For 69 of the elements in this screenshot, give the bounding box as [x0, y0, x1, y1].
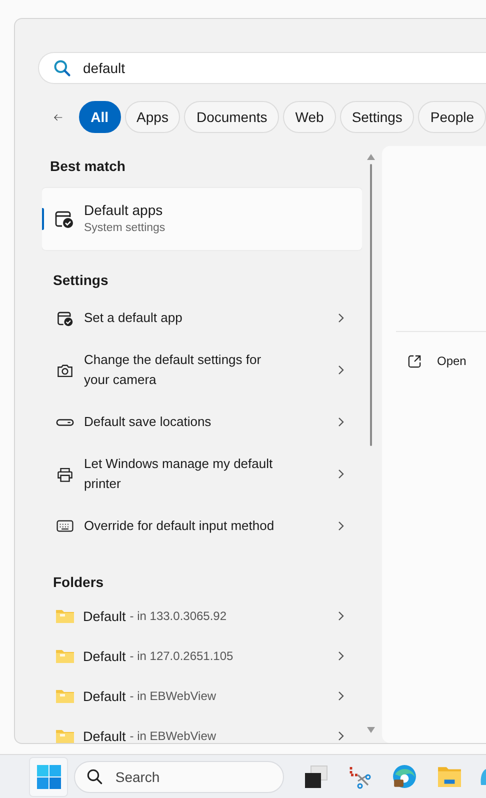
scroll-up-icon[interactable]: [367, 154, 375, 160]
chevron-right-icon[interactable]: [338, 469, 344, 479]
settings-result[interactable]: Override for default input method: [42, 500, 362, 552]
folder-name: Default: [83, 688, 126, 704]
windows-logo-icon: [36, 764, 61, 788]
folder-result[interactable]: Default - in 133.0.3065.92: [42, 596, 362, 636]
result-title: Change the default settings for your camera: [84, 351, 262, 389]
folder-location: - in EBWebView: [130, 729, 218, 743]
folder-name: Default: [83, 608, 126, 624]
section-heading: Settings: [52, 271, 110, 290]
result-title: Default apps: [84, 202, 164, 218]
search-box[interactable]: default: [38, 52, 486, 84]
folder-icon[interactable]: [437, 764, 462, 789]
result-subtitle: System settings: [84, 222, 166, 234]
drive-icon: [56, 418, 74, 426]
folder-location: - in 133.0.3065.92: [130, 609, 228, 623]
search-icon: [53, 59, 71, 77]
taskbar-search-box[interactable]: Search: [74, 760, 284, 792]
scrollbar-thumb[interactable]: [370, 164, 372, 446]
search-icon: [86, 768, 104, 785]
chevron-right-icon[interactable]: [338, 731, 344, 741]
result-title: Default save locations: [84, 413, 212, 431]
taskbar-search-input[interactable]: Search: [113, 768, 258, 786]
result-title: Override for default input method: [84, 517, 276, 535]
folder-icon: [55, 728, 75, 743]
open-external-icon: [408, 354, 421, 368]
folder-location: - in 127.0.2651.105: [130, 649, 234, 663]
folder-icon: [55, 688, 75, 704]
chevron-right-icon[interactable]: [338, 313, 344, 323]
scissors-icon[interactable]: [348, 764, 372, 788]
query-input[interactable]: default: [81, 59, 285, 77]
chevron-right-icon[interactable]: [338, 417, 344, 427]
printer-icon: [56, 466, 74, 482]
start-button[interactable]: [29, 756, 68, 796]
keyboard-icon: [56, 520, 74, 532]
folder-result[interactable]: Default - in EBWebView: [42, 716, 362, 743]
folder-name: Default: [83, 648, 126, 664]
best-match-item[interactable]: Default apps System settings: [42, 188, 362, 250]
settings-result[interactable]: Change the default settings for your camera: [42, 344, 362, 396]
folder-location: - in EBWebView: [130, 689, 218, 703]
folder-name: Default: [83, 728, 126, 743]
section-heading: Best match: [49, 157, 126, 176]
filter-tab[interactable]: Apps: [124, 101, 180, 133]
scroll-down-icon[interactable]: [367, 727, 375, 733]
filter-tab[interactable]: Web: [283, 101, 336, 133]
folder-icon: [55, 608, 75, 624]
settings-result[interactable]: Let Windows manage my default printer: [42, 448, 362, 500]
folder-result[interactable]: Default - in EBWebView: [42, 676, 362, 716]
result-title: Set a default app: [84, 309, 184, 327]
filter-tab[interactable]: People: [418, 101, 486, 133]
folder-result[interactable]: Default - in 127.0.2651.105: [42, 636, 362, 676]
chevron-right-icon[interactable]: [338, 521, 344, 531]
settings-result[interactable]: Set a default app: [42, 292, 362, 344]
chevron-right-icon[interactable]: [338, 365, 344, 375]
chevron-right-icon[interactable]: [338, 651, 344, 661]
chevron-right-icon[interactable]: [338, 611, 344, 621]
browser-icon[interactable]: [392, 764, 417, 789]
default-apps-icon: [54, 209, 74, 229]
task-view-icon[interactable]: [304, 764, 328, 788]
filter-tab[interactable]: Settings: [340, 101, 414, 133]
settings-result[interactable]: Default save locations: [42, 396, 362, 448]
section-heading: Folders: [52, 573, 105, 592]
open-action[interactable]: Open: [408, 354, 486, 368]
folder-icon: [55, 648, 75, 664]
filter-tab[interactable]: Documents: [184, 101, 280, 133]
chevron-right-icon[interactable]: [338, 691, 344, 701]
filter-tab[interactable]: All: [78, 101, 121, 133]
default-apps-icon: [56, 310, 74, 326]
result-title: Let Windows manage my default printer: [84, 455, 274, 493]
